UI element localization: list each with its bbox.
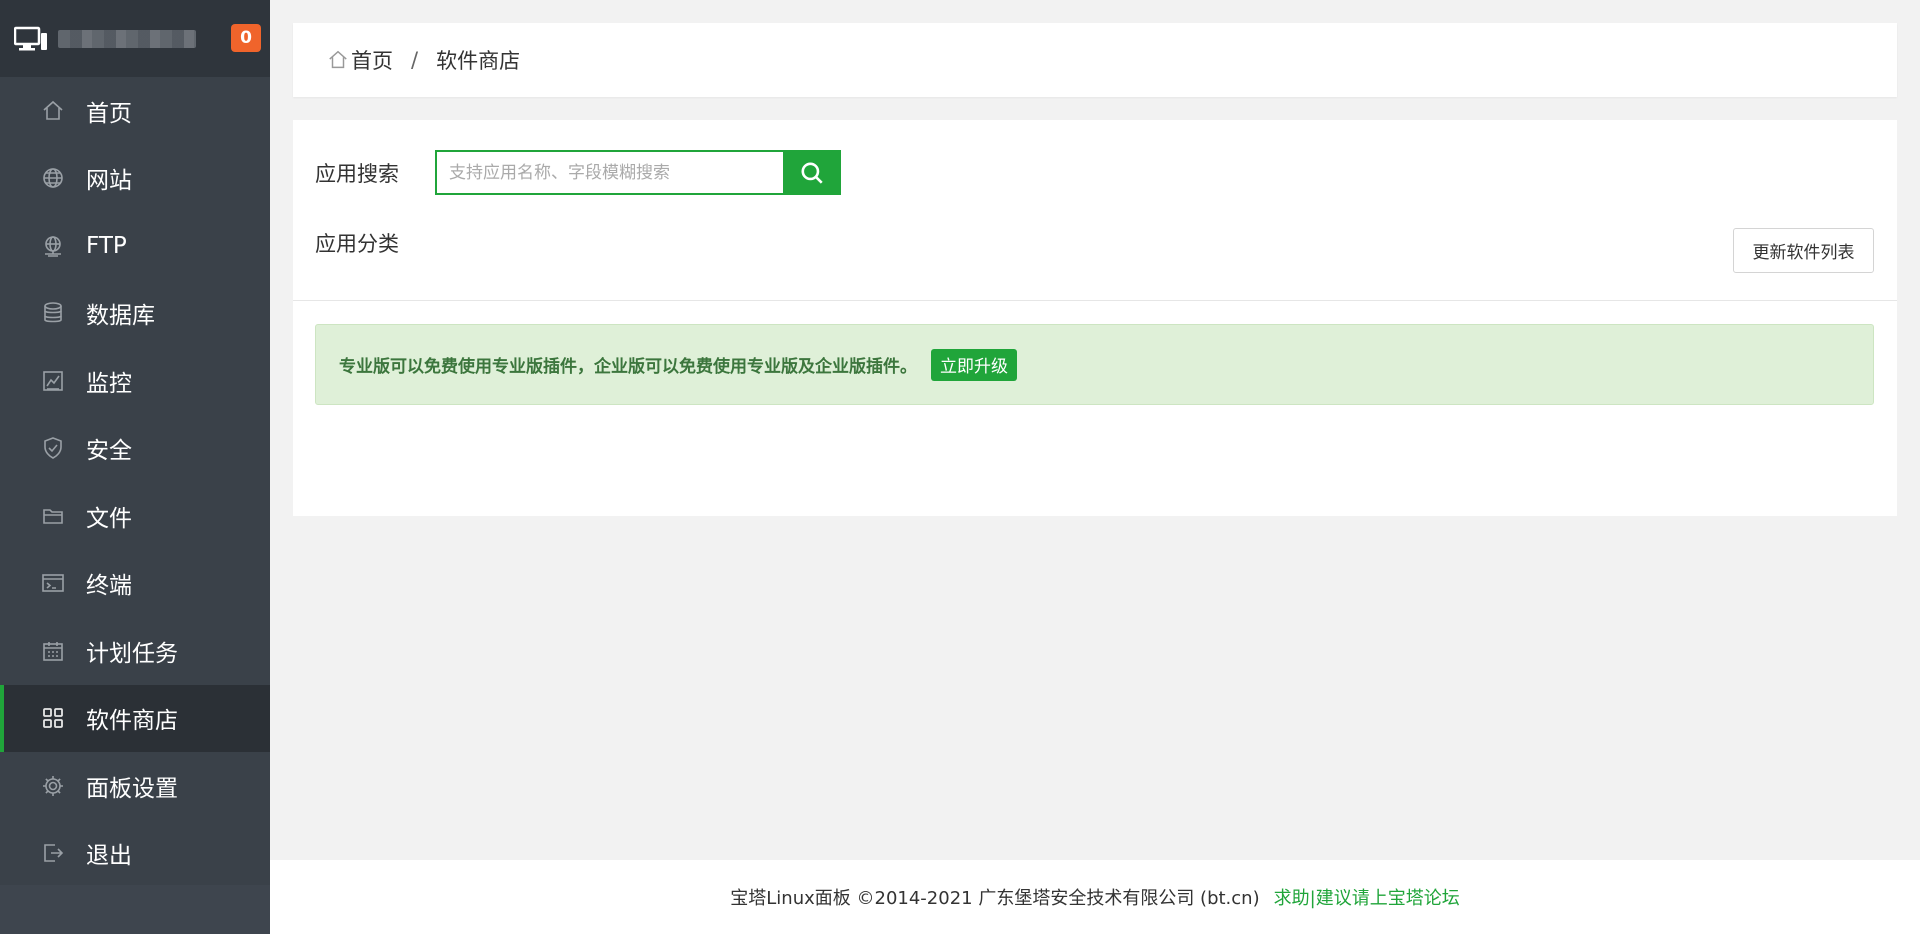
sidebar-item-website[interactable]: 网站: [0, 145, 270, 213]
upgrade-now-button[interactable]: 立即升级: [931, 348, 1017, 381]
search-row: 应用搜索: [315, 150, 841, 195]
home-icon: [40, 98, 66, 124]
category-label: 应用分类: [315, 232, 399, 256]
footer: 宝塔Linux面板 ©2014-2021 广东堡塔安全技术有限公司 (bt.cn…: [270, 860, 1920, 934]
sidebar-item-label: 退出: [86, 843, 132, 870]
sidebar-item-label: 网站: [86, 168, 132, 195]
search-label: 应用搜索: [315, 161, 399, 186]
sidebar-item-logout[interactable]: 退出: [0, 820, 270, 888]
terminal-icon: [40, 570, 66, 596]
sidebar-item-cron[interactable]: 计划任务: [0, 617, 270, 685]
sidebar-item-label: 计划任务: [86, 640, 178, 667]
sidebar-header: 0: [0, 0, 270, 77]
shield-icon: [40, 435, 66, 461]
sidebar-item-label: 数据库: [86, 303, 155, 330]
sidebar-item-label: FTP: [86, 232, 127, 259]
logout-icon: [40, 840, 66, 866]
sidebar-item-label: 首页: [86, 100, 132, 127]
sidebar: 0 首页 网站 FTP 数据库 监控 安全 文件 终端 计划任务 软件商店 面板…: [0, 0, 270, 934]
database-icon: [40, 300, 66, 326]
search-box: [435, 150, 841, 195]
sidebar-item-database[interactable]: 数据库: [0, 280, 270, 348]
computer-icon: [14, 25, 50, 53]
search-input[interactable]: [435, 150, 783, 195]
sidebar-item-label: 面板设置: [86, 775, 178, 802]
monitor-icon: [40, 368, 66, 394]
breadcrumb-home-link[interactable]: 首页: [351, 45, 393, 75]
sidebar-item-label: 文件: [86, 505, 132, 532]
sidebar-item-label: 软件商店: [86, 708, 178, 735]
forum-link[interactable]: 求助|建议请上宝塔论坛: [1274, 884, 1460, 910]
alert-message: 专业版可以免费使用专业版插件，企业版可以免费使用专业版及企业版插件。: [339, 357, 917, 377]
breadcrumb-separator: /: [411, 48, 419, 72]
footer-copyright: 宝塔Linux面板 ©2014-2021 广东堡塔安全技术有限公司 (bt.cn…: [730, 888, 1260, 909]
sidebar-item-terminal[interactable]: 终端: [0, 550, 270, 618]
sidebar-item-security[interactable]: 安全: [0, 415, 270, 483]
home-icon: [329, 50, 347, 69]
upgrade-alert: 专业版可以免费使用专业版插件，企业版可以免费使用专业版及企业版插件。 立即升级: [315, 324, 1874, 405]
server-hostname-redacted: [58, 29, 196, 48]
globe-icon: [40, 165, 66, 191]
search-button[interactable]: [783, 150, 841, 195]
sidebar-item-monitor[interactable]: 监控: [0, 347, 270, 415]
sidebar-item-files[interactable]: 文件: [0, 482, 270, 550]
grid-icon: [40, 705, 66, 731]
sidebar-item-label: 终端: [86, 573, 132, 600]
sidebar-footer: [0, 885, 270, 934]
sidebar-item-label: 监控: [86, 370, 132, 397]
breadcrumb-current: 软件商店: [436, 49, 521, 73]
notification-badge[interactable]: 0: [231, 24, 261, 52]
app-store-panel: 应用搜索 应用分类 更新软件列表 专业版可以免费使用专业版插件，企业版可以免费使…: [293, 120, 1897, 516]
breadcrumb: 首页 / 软件商店: [293, 23, 1897, 97]
sidebar-item-home[interactable]: 首页: [0, 77, 270, 145]
sidebar-item-ftp[interactable]: FTP: [0, 212, 270, 280]
search-icon: [801, 161, 823, 184]
gear-icon: [40, 773, 66, 799]
ftp-icon: [40, 233, 66, 259]
folder-icon: [40, 503, 66, 529]
sidebar-item-app-store[interactable]: 软件商店: [0, 684, 270, 752]
sidebar-item-settings[interactable]: 面板设置: [0, 752, 270, 820]
calendar-icon: [40, 638, 66, 664]
divider: [293, 300, 1897, 301]
sidebar-item-label: 安全: [86, 438, 132, 465]
refresh-software-list-button[interactable]: 更新软件列表: [1733, 228, 1874, 273]
sidebar-menu: 首页 网站 FTP 数据库 监控 安全 文件 终端 计划任务 软件商店 面板设置…: [0, 77, 270, 887]
